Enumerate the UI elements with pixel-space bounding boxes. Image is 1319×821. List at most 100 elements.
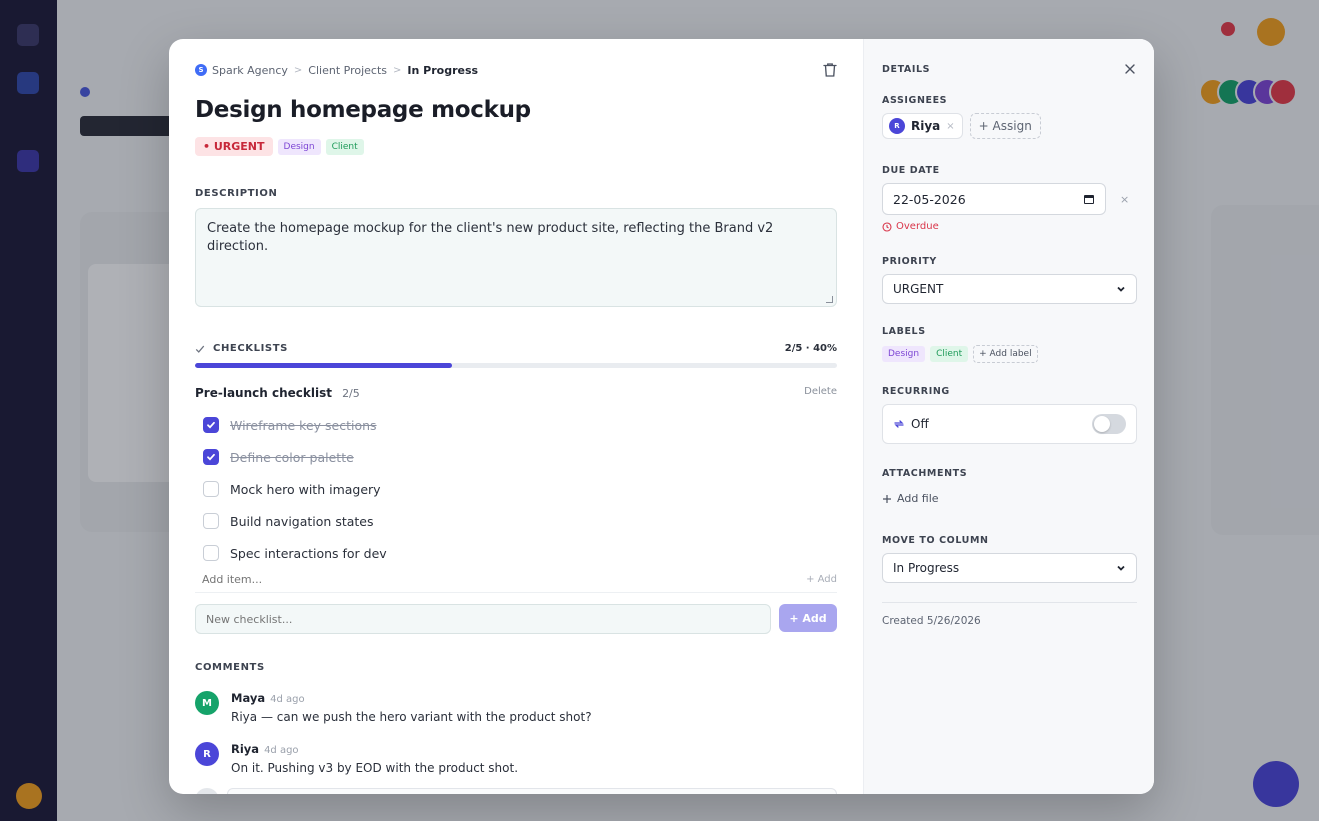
add-label-button[interactable]: + Add label (973, 345, 1038, 363)
resize-handle-icon[interactable] (826, 296, 833, 303)
checklist-item[interactable]: Build navigation states (195, 505, 837, 537)
comment-avatar: R (195, 742, 219, 766)
task-main-pane: S Spark Agency > Client Projects > In Pr… (169, 39, 863, 794)
label-chip-design[interactable]: Design (882, 346, 926, 362)
comment-author: Maya (231, 691, 266, 705)
labels-label: LABELS (882, 326, 926, 337)
details-pane: DETAILS ASSIGNEES R Riya × + Assign DUE … (863, 39, 1154, 794)
composer-avatar (195, 788, 219, 794)
due-date-value: 22-05-2026 (893, 191, 966, 207)
checklist-item-text: Wireframe key sections (230, 417, 377, 433)
comment-time: 4d ago (264, 745, 299, 756)
add-file-label: Add file (897, 492, 939, 505)
move-to-column-label: MOVE TO COLUMN (882, 535, 989, 546)
breadcrumb: S Spark Agency > Client Projects > In Pr… (195, 63, 837, 77)
checklists-progress-bar (195, 363, 837, 368)
add-item-row: + Add (195, 573, 837, 593)
checklist-item[interactable]: Mock hero with imagery (195, 473, 837, 505)
new-checklist-add-button[interactable]: + Add (779, 604, 837, 632)
checkbox[interactable] (203, 545, 219, 561)
comment-time: 4d ago (270, 694, 305, 705)
add-item-input[interactable] (202, 573, 702, 586)
checklists-progress-fill (195, 363, 452, 368)
created-date: Created 5/26/2026 (882, 615, 981, 627)
label-chip-client[interactable]: Client (930, 346, 969, 362)
breadcrumb-separator: > (393, 64, 402, 76)
checklist-item-text: Mock hero with imagery (230, 481, 381, 497)
task-modal: S Spark Agency > Client Projects > In Pr… (169, 39, 1154, 794)
assign-button[interactable]: + Assign (969, 113, 1041, 139)
add-item-button[interactable]: + Add (806, 574, 837, 585)
breadcrumb-separator: > (293, 64, 303, 76)
comment: M Maya 4d ago Riya — can we push the hero v… (195, 687, 837, 724)
details-divider (882, 602, 1137, 603)
comment-composer[interactable] (195, 788, 837, 794)
repeat-icon (894, 420, 904, 428)
overdue-text: Overdue (896, 221, 939, 232)
comment: R Riya 4d ago On it. Pushing v3 by EOD with… (195, 738, 837, 775)
chevron-down-icon (1117, 565, 1125, 571)
breadcrumb-column: In Progress (407, 63, 479, 77)
checkbox[interactable] (203, 417, 219, 433)
recurring-toggle[interactable] (1092, 414, 1126, 434)
checklist-name[interactable]: Pre-launch checklist (195, 386, 332, 400)
checklist-count: 2/5 (342, 387, 360, 400)
checklist-delete-button[interactable]: Delete (804, 386, 837, 397)
labels-row: Design Client + Add label (882, 345, 1136, 363)
label-tag-client: Client (325, 138, 364, 155)
check-icon (195, 345, 205, 353)
task-title[interactable]: Design homepage mockup (195, 97, 837, 123)
chevron-down-icon (1117, 286, 1125, 292)
breadcrumb-workspace[interactable]: Spark Agency (212, 64, 288, 77)
check-icon (207, 453, 215, 461)
checklist-items: Wireframe key sections Define color palet… (195, 409, 837, 569)
description-label: DESCRIPTION (195, 188, 278, 199)
workspace-logo-icon: S (195, 64, 207, 76)
new-checklist-input[interactable] (195, 604, 771, 634)
checklist-item[interactable]: Spec interactions for dev (195, 537, 837, 569)
due-date-row: 22-05-2026 × (882, 183, 1136, 215)
comment-author: Riya (231, 742, 260, 756)
clock-icon (882, 221, 892, 232)
priority-tag: • URGENT (195, 137, 273, 156)
recurring-control: Off (882, 404, 1137, 444)
assignee-chip[interactable]: R Riya × (882, 113, 963, 139)
checklist-item[interactable]: Wireframe key sections (195, 409, 837, 441)
close-icon[interactable] (1124, 63, 1136, 75)
assignee-avatar: R (889, 118, 905, 134)
checklist-item-text: Spec interactions for dev (230, 545, 387, 561)
details-label: DETAILS (882, 63, 931, 75)
move-to-column-select[interactable]: In Progress (882, 553, 1137, 583)
calendar-icon[interactable] (1083, 193, 1095, 205)
checkbox[interactable] (203, 481, 219, 497)
assignee-name: Riya (911, 119, 941, 133)
checkbox[interactable] (203, 449, 219, 465)
due-date-label: DUE DATE (882, 165, 940, 176)
clear-date-icon[interactable]: × (1120, 193, 1129, 206)
due-date-input[interactable]: 22-05-2026 (882, 183, 1106, 215)
checklist-item[interactable]: Define color palette (195, 441, 837, 473)
overdue-status: Overdue (882, 221, 1136, 232)
assignees-label: ASSIGNEES (882, 95, 948, 106)
description-textarea[interactable]: Create the homepage mockup for the clien… (195, 208, 837, 307)
details-header: DETAILS (882, 63, 1136, 75)
comment-input[interactable] (227, 788, 837, 794)
checklists-label: CHECKLISTS (213, 343, 288, 354)
checkbox[interactable] (203, 513, 219, 529)
checklists-header: CHECKLISTS 2/5 · 40% (195, 343, 837, 354)
comment-body: Riya — can we push the hero variant with… (231, 710, 592, 724)
add-file-button[interactable]: Add file (882, 492, 1136, 505)
priority-select[interactable]: URGENT (882, 274, 1137, 304)
toggle-knob (1094, 416, 1110, 432)
assignees-row: R Riya × + Assign (882, 113, 1136, 139)
description-text: Create the homepage mockup for the clien… (207, 221, 774, 255)
comments-list: M Maya 4d ago Riya — can we push the hero v… (195, 687, 837, 775)
trash-icon[interactable] (821, 61, 839, 79)
priority-label: PRIORITY (882, 256, 937, 267)
comments-label: COMMENTS (195, 662, 265, 673)
remove-assignee-icon[interactable]: × (946, 121, 954, 132)
breadcrumb-project[interactable]: Client Projects (308, 64, 387, 77)
check-icon (207, 421, 215, 429)
move-to-column-value: In Progress (893, 561, 960, 575)
attachments-label: ATTACHMENTS (882, 468, 968, 479)
